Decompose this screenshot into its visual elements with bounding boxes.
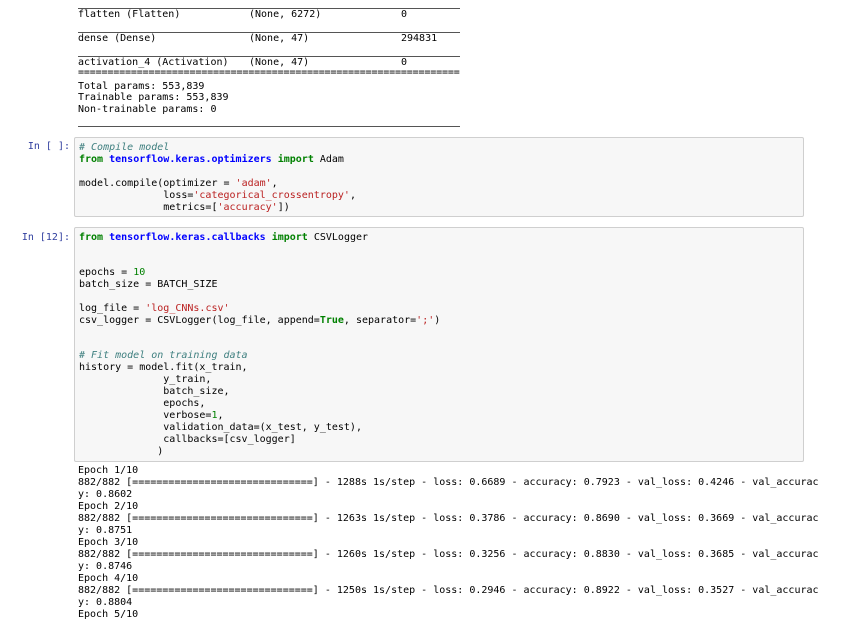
code-cell-fit[interactable]: from tensorflow.keras.callbacks import C… xyxy=(74,227,804,462)
code-fit-line: history = model.fit(x_train, xyxy=(79,362,248,373)
output-line: Epoch 4/10 xyxy=(78,573,139,584)
comment-text: # Fit model on training data xyxy=(79,350,248,361)
cell-prompt: In [12]: xyxy=(21,232,70,243)
comment-text: # Compile model xyxy=(79,142,170,153)
output-line: Epoch 3/10 xyxy=(78,537,139,548)
summary-row-shape: (None, 6272) xyxy=(249,9,322,20)
code-fit-line: y_train, xyxy=(79,374,212,385)
output-line: Epoch 5/10 xyxy=(78,609,139,620)
csv-prefix: csv_logger = CSVLogger(log_file, append= xyxy=(79,315,320,326)
keyword-import: import xyxy=(277,154,314,165)
compile-prefix: model.compile(optimizer = xyxy=(79,178,236,189)
verbose-suffix: , xyxy=(217,410,224,421)
output-line: 882/882 [==============================]… xyxy=(78,513,819,524)
summary-row-layer: dense (Dense) xyxy=(78,33,157,44)
code-cell-compile[interactable]: # Compile model from tensorflow.keras.op… xyxy=(74,137,804,217)
summary-row-params: 294831 xyxy=(401,33,438,44)
epochs-prefix: epochs = xyxy=(79,267,134,278)
metrics-suffix: ]) xyxy=(277,202,290,213)
output-line: y: 0.8804 xyxy=(78,597,133,608)
code-fit-line: batch_size, xyxy=(79,386,230,397)
epochs-value: 10 xyxy=(133,267,146,278)
summary-row-params: 0 xyxy=(401,9,408,20)
compile-suffix: , xyxy=(271,178,278,189)
csv-separator: ';' xyxy=(416,315,435,326)
summary-row-layer: flatten (Flatten) xyxy=(78,9,181,20)
output-line: 882/882 [==============================]… xyxy=(78,477,819,488)
output-line: y: 0.8602 xyxy=(78,489,133,500)
keyword-import: import xyxy=(271,232,308,243)
summary-trainable-params: Trainable params: 553,839 xyxy=(78,92,229,103)
code-import-line: from tensorflow.keras.optimizers import … xyxy=(79,154,344,166)
code-fit-verbose-line: verbose=1, xyxy=(79,410,224,422)
code-fit-line: callbacks=[csv_logger] xyxy=(79,434,296,445)
csv-true: True xyxy=(319,315,344,326)
code-logfile-line: log_file = 'log_CNNs.csv' xyxy=(79,303,230,315)
summary-row-shape: (None, 47) xyxy=(249,33,310,44)
summary-divider xyxy=(78,126,460,127)
cell-prompt: In [ ]: xyxy=(27,141,70,152)
module-name: tensorflow.keras.optimizers xyxy=(109,154,272,165)
csv-suffix: ) xyxy=(434,315,441,326)
code-epochs-line: epochs = 10 xyxy=(79,267,145,279)
code-metrics-line: metrics=['accuracy']) xyxy=(79,202,290,214)
code-compile-line: model.compile(optimizer = 'adam', xyxy=(79,178,278,190)
verbose-prefix: verbose= xyxy=(79,410,212,421)
loss-prefix: loss= xyxy=(79,190,194,201)
metrics-prefix: metrics=[ xyxy=(79,202,218,213)
keyword-from: from xyxy=(79,232,104,243)
code-batch-line: batch_size = BATCH_SIZE xyxy=(79,279,218,290)
code-comment: # Fit model on training data xyxy=(79,350,248,362)
code-fit-line: ) xyxy=(79,446,164,457)
module-name: tensorflow.keras.callbacks xyxy=(109,232,266,243)
output-line: Epoch 1/10 xyxy=(78,465,139,476)
summary-equals-divider: ========================================… xyxy=(78,67,460,78)
keyword-from: from xyxy=(79,154,104,165)
imported-name: Adam xyxy=(313,154,344,165)
summary-non-trainable-params: Non-trainable params: 0 xyxy=(78,104,217,115)
code-csvlogger-line: csv_logger = CSVLogger(log_file, append=… xyxy=(79,315,440,327)
output-line: 882/882 [==============================]… xyxy=(78,549,819,560)
output-line: y: 0.8746 xyxy=(78,561,133,572)
metrics-string: 'accuracy' xyxy=(217,202,278,213)
code-import-line: from tensorflow.keras.callbacks import C… xyxy=(79,232,368,244)
code-fit-line: epochs, xyxy=(79,398,206,409)
csv-mid: , separator= xyxy=(343,315,417,326)
loss-suffix: , xyxy=(349,190,356,201)
logfile-string: 'log_CNNs.csv' xyxy=(145,303,230,314)
code-fit-line: validation_data=(x_test, y_test), xyxy=(79,422,362,433)
code-loss-line: loss='categorical_crossentropy', xyxy=(79,190,356,202)
optimizer-string: 'adam' xyxy=(235,178,272,189)
output-line: Epoch 2/10 xyxy=(78,501,139,512)
code-comment: # Compile model xyxy=(79,142,169,154)
output-line: 882/882 [==============================]… xyxy=(78,585,819,596)
imported-name: CSVLogger xyxy=(307,232,369,243)
loss-string: 'categorical_crossentropy' xyxy=(193,190,350,201)
logfile-prefix: log_file = xyxy=(79,303,146,314)
output-line: y: 0.8751 xyxy=(78,525,133,536)
